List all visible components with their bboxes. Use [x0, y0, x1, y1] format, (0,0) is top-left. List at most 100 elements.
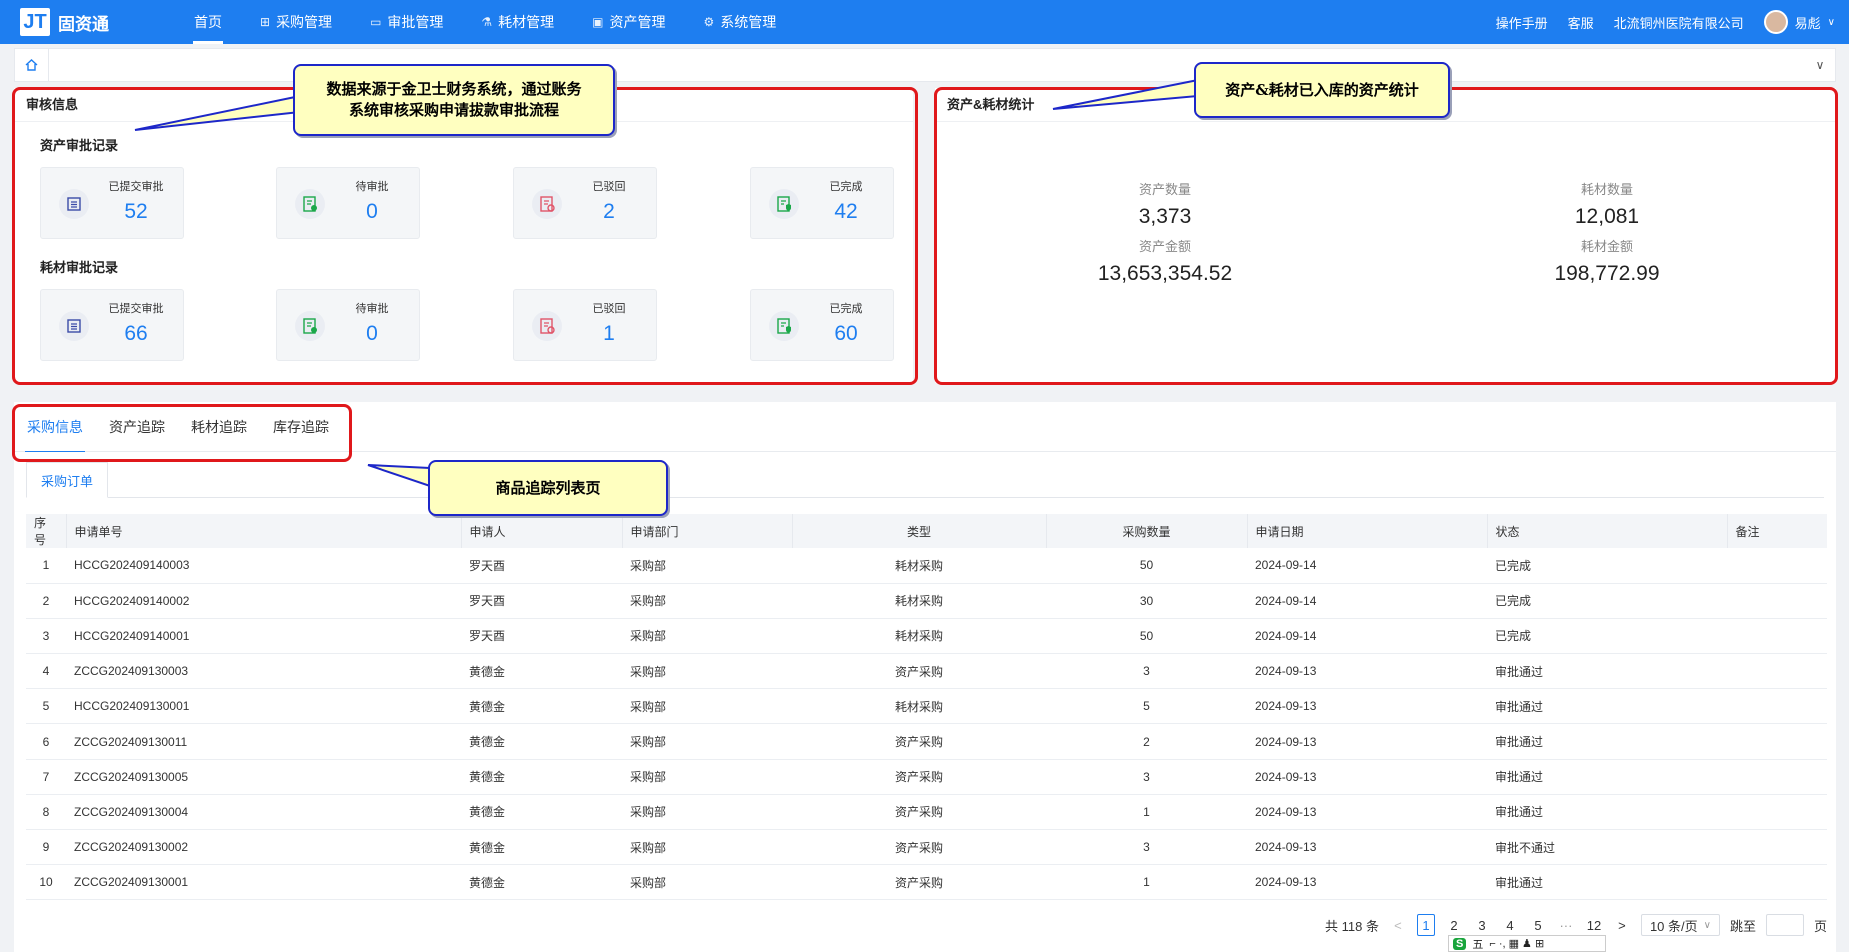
home-icon: [25, 59, 38, 71]
table-cell: 3: [1143, 840, 1150, 855]
table-cell: 2024-09-14: [1255, 593, 1317, 608]
page-2-button[interactable]: 2: [1445, 914, 1463, 936]
table-cell: 资产采购: [894, 805, 943, 820]
table-cell: 耗材采购: [894, 699, 943, 714]
list-icon: [59, 189, 89, 219]
table-cell: 已完成: [1495, 629, 1532, 644]
page-12-button[interactable]: 12: [1585, 914, 1603, 936]
page-5-button[interactable]: 5: [1529, 914, 1547, 936]
tab-asset-tracking[interactable]: 资产追踪: [96, 402, 178, 452]
table-cell: [1727, 548, 1827, 583]
nav-label: 系统管理: [720, 14, 777, 30]
tab-consumable-tracking[interactable]: 耗材追踪: [178, 402, 260, 452]
table-cell: 黄德金: [469, 699, 506, 714]
table-cell: 2: [42, 593, 50, 608]
stat-card-rejected[interactable]: 已驳回 1: [513, 289, 657, 361]
table-cell: 1: [1143, 804, 1150, 819]
page-size-value: 10 条/页: [1649, 918, 1698, 934]
asset-count-label: 资产数量: [1138, 182, 1191, 197]
nav-item-assets[interactable]: ▣ 资产管理: [573, 0, 684, 44]
stat-card-submitted[interactable]: 已提交审批 66: [40, 289, 184, 361]
next-page-button[interactable]: >: [1613, 914, 1631, 936]
ime-mode: 五: [1472, 938, 1484, 951]
flask-icon: ⚗: [481, 15, 493, 29]
page-1-button[interactable]: 1: [1416, 914, 1435, 936]
app-logo[interactable]: JT 固资通: [20, 8, 150, 36]
table-cell: HCCG202409140002: [74, 593, 190, 608]
table-cell: 审批通过: [1495, 735, 1544, 750]
goto-label: 跳至: [1729, 918, 1756, 934]
main-nav: 首页 ⊞ 采购管理 ▭ 审批管理 ⚗ 耗材管理 ▣ 资产管理 ⚙ 系统管理: [175, 0, 795, 44]
table-cell: HCCG202409140001: [74, 628, 190, 643]
document-return-icon: [532, 189, 562, 219]
column-header: 申请人: [461, 514, 623, 548]
consumable-count-value: 12,081: [1574, 205, 1640, 228]
table-row[interactable]: 5 HCCG202409130001 黄德金 采购部 耗材采购 5 2024-09-13 审批…: [26, 689, 1827, 724]
top-right-menu: 操作手册 客服 北流铜州医院有限公司 易彪 ∨: [1496, 10, 1835, 34]
nav-item-purchase[interactable]: ⊞ 采购管理: [241, 0, 351, 44]
table-cell: 采购部: [630, 629, 667, 644]
nav-item-consumables[interactable]: ⚗ 耗材管理: [462, 0, 573, 44]
table-cell: 采购部: [630, 875, 667, 890]
page-size-select[interactable]: 10 条/页 ∨: [1640, 914, 1720, 936]
table-row[interactable]: 1 HCCG202409140003 罗天酉 采购部 耗材采购 50 2024-09-14 已…: [26, 548, 1827, 584]
user-menu[interactable]: 易彪 ∨: [1763, 10, 1835, 34]
subtab-purchase-order[interactable]: 采购订单: [26, 462, 109, 498]
document-check-icon: [295, 311, 325, 341]
chevron-down-icon[interactable]: ∨: [1805, 58, 1835, 72]
table-row[interactable]: 7 ZCCG202409130005 黄德金 采购部 资产采购 3 2024-09-13 审批…: [26, 759, 1827, 795]
column-header: 备注: [1735, 524, 1760, 539]
tab-purchase-info[interactable]: 采购信息: [14, 402, 96, 453]
nav-item-system[interactable]: ⚙ 系统管理: [685, 0, 796, 44]
table-cell: ZCCG202409130011: [74, 734, 188, 749]
table-cell: 8: [42, 804, 50, 819]
pagination: 共 118 条 < 1 2 3 4 5 ··· 12 > 10 条/页 ∨ 跳至…: [1325, 914, 1827, 936]
page-3-button[interactable]: 3: [1473, 914, 1491, 936]
table-cell: 采购部: [630, 840, 667, 855]
stat-card-pending[interactable]: 待审批 0: [276, 167, 420, 239]
table-cell: 1: [1143, 875, 1150, 890]
stat-card-submitted[interactable]: 已提交审批 52: [40, 167, 184, 239]
prev-page-button[interactable]: <: [1389, 914, 1407, 936]
table-row[interactable]: 3 HCCG202409140001 罗天酉 采购部 耗材采购 50 2024-09-14 已…: [26, 618, 1827, 654]
purchase-order-table: 序号 申请单号 申请人 申请部门 类型 采购数量 申请日期 状态 备注 1 HCC…: [26, 514, 1827, 900]
table-cell: [1727, 583, 1827, 618]
table-cell: [1727, 618, 1827, 653]
nav-item-home[interactable]: 首页: [175, 0, 241, 44]
table-cell: 已完成: [1495, 594, 1532, 609]
org-name[interactable]: 北流铜州医院有限公司: [1614, 13, 1744, 32]
stat-card-completed[interactable]: 已完成 60: [750, 289, 894, 361]
ime-toolbar[interactable]: S 五 ⌐ ·, ▦ ♟ ⊞: [1448, 935, 1606, 952]
table-row[interactable]: 6 ZCCG202409130011 黄德金 采购部 资产采购 2 2024-09-13 审批…: [26, 724, 1827, 760]
nav-label: 耗材管理: [498, 14, 555, 30]
table-row[interactable]: 8 ZCCG202409130004 黄德金 采购部 资产采购 1 2024-09-13 审批…: [26, 794, 1827, 830]
goto-page-input[interactable]: [1765, 914, 1804, 936]
chevron-down-icon: ∨: [1827, 16, 1835, 28]
table-cell: 3: [42, 628, 50, 643]
service-link[interactable]: 客服: [1568, 13, 1594, 32]
table-cell: 审批通过: [1495, 770, 1544, 785]
table-cell: 5: [42, 699, 50, 714]
tab-inventory-tracking[interactable]: 库存追踪: [260, 402, 342, 452]
manual-link[interactable]: 操作手册: [1496, 13, 1548, 32]
home-tab[interactable]: [15, 48, 49, 82]
table-row[interactable]: 2 HCCG202409140002 罗天酉 采购部 耗材采购 30 2024-09-14 已…: [26, 583, 1827, 619]
page-4-button[interactable]: 4: [1501, 914, 1519, 936]
list-icon: [59, 311, 89, 341]
more-pages-button[interactable]: ···: [1557, 914, 1575, 936]
stat-card-pending[interactable]: 待审批 0: [276, 289, 420, 361]
stat-value: 66: [124, 322, 148, 345]
stat-card-completed[interactable]: 已完成 42: [750, 167, 894, 239]
table-cell: 审批通过: [1495, 699, 1544, 714]
stat-label: 待审批: [355, 303, 389, 315]
stat-card-rejected[interactable]: 已驳回 2: [513, 167, 657, 239]
consumable-amount-value: 198,772.99: [1554, 262, 1660, 285]
table-row[interactable]: 4 ZCCG202409130003 黄德金 采购部 资产采购 3 2024-09-13 审批…: [26, 654, 1827, 689]
gear-icon: ⚙: [703, 15, 715, 29]
document-check-icon: [295, 189, 325, 219]
table-row[interactable]: 10 ZCCG202409130001 黄德金 采购部 资产采购 1 2024-09-13 审…: [26, 865, 1827, 900]
table-row[interactable]: 9 ZCCG202409130002 黄德金 采购部 资产采购 3 2024-09-13 审批…: [26, 830, 1827, 865]
stat-value: 2: [603, 200, 615, 223]
nav-label: 采购管理: [276, 14, 333, 30]
nav-item-approval[interactable]: ▭ 审批管理: [351, 0, 462, 44]
